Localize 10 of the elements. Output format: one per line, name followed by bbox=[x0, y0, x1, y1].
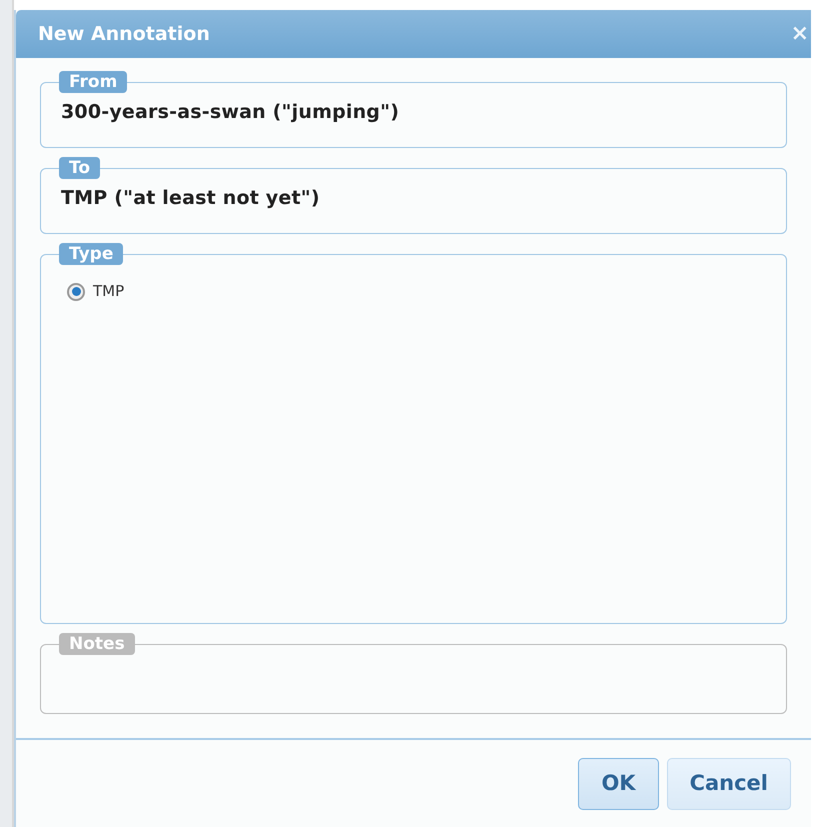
section-legend: From bbox=[59, 71, 128, 93]
section-legend: Notes bbox=[59, 633, 135, 655]
section-legend: Type bbox=[59, 243, 124, 265]
radio-option[interactable]: TMP bbox=[67, 280, 124, 303]
section-legend: To bbox=[59, 157, 100, 179]
dialog-button[interactable]: OK bbox=[578, 758, 659, 810]
window-title: New Annotation bbox=[38, 22, 210, 47]
dialog-button[interactable]: Cancel bbox=[666, 758, 791, 810]
field-value: TMP ("at least not yet") bbox=[60, 186, 321, 211]
field-value: 300-years-as-swan ("jumping") bbox=[60, 100, 400, 125]
